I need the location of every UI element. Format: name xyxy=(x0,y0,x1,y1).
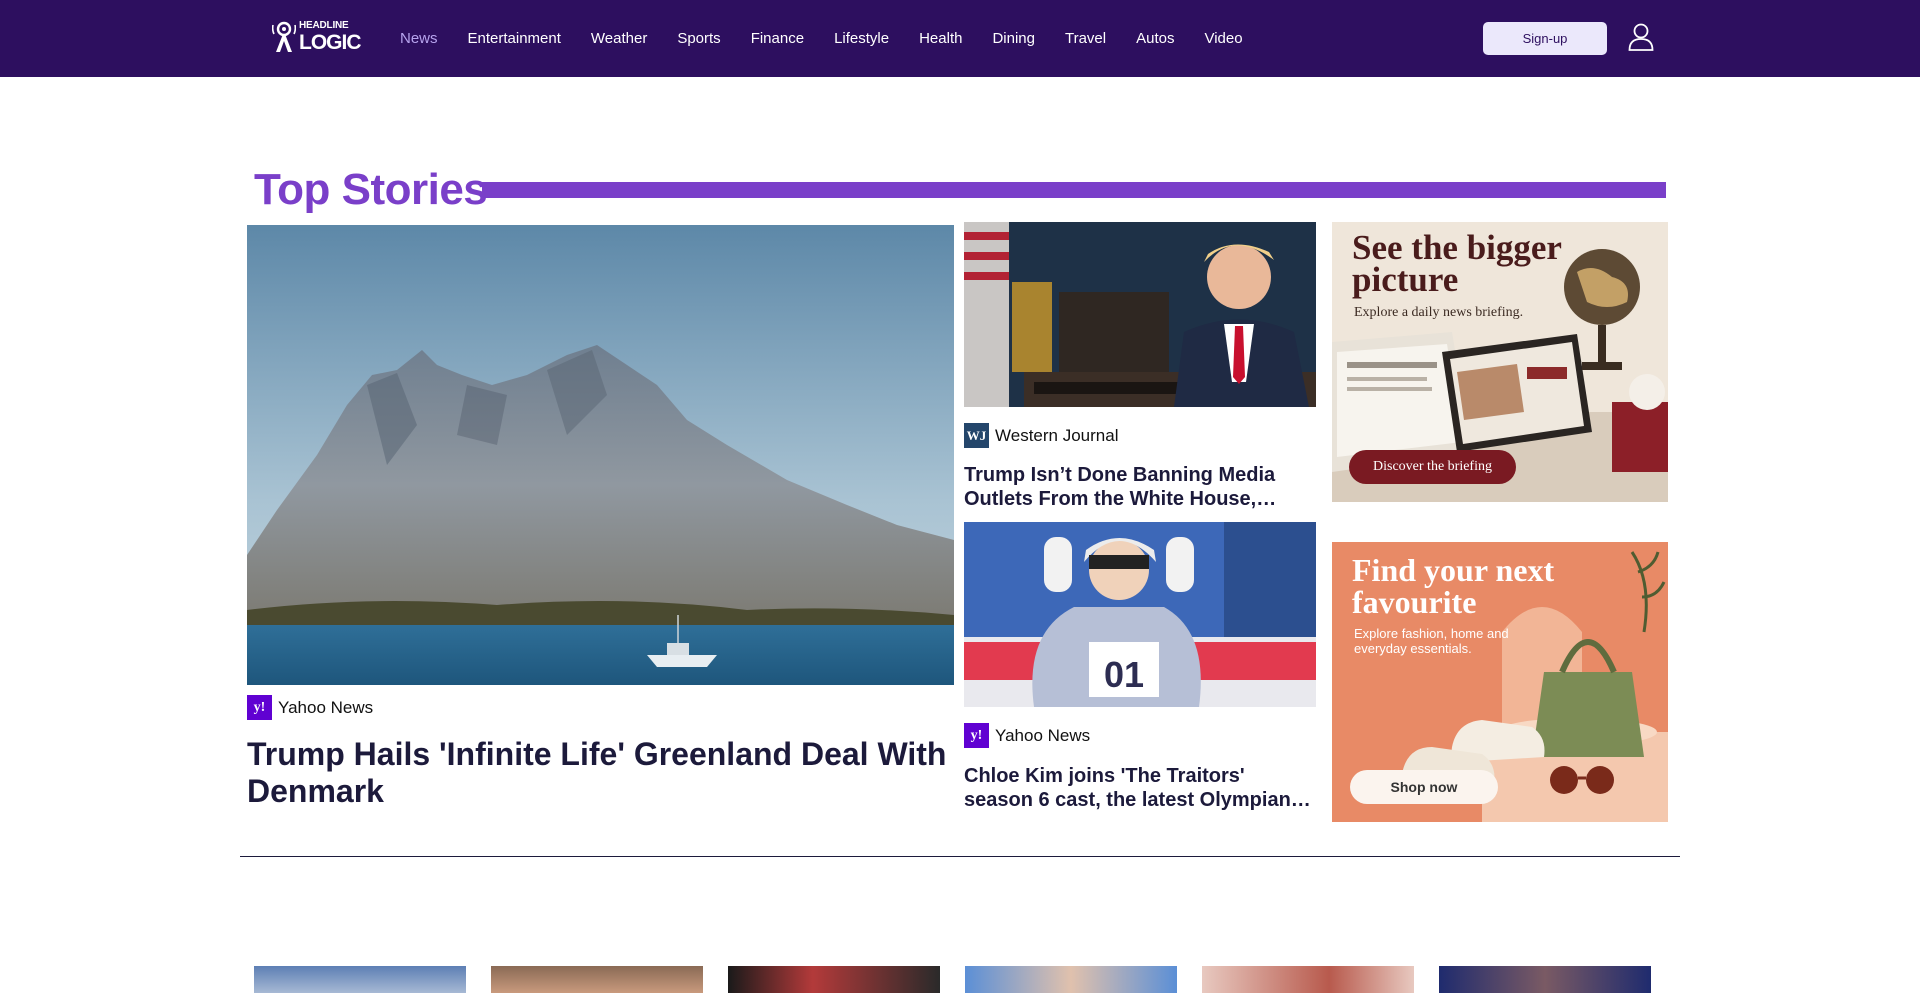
ad-subtext-line-2: everyday essentials. xyxy=(1354,641,1472,656)
ad-news-briefing-subtext: Explore a daily news briefing. xyxy=(1354,305,1524,320)
nav-item-health[interactable]: Health xyxy=(919,30,962,47)
side-story-2-image[interactable]: 01 xyxy=(964,522,1316,707)
nav-item-news[interactable]: News xyxy=(400,30,438,47)
yahoo-news-logo-icon: y! xyxy=(964,723,989,748)
section-title: Top Stories xyxy=(254,165,488,214)
main-story-source[interactable]: y! Yahoo News xyxy=(247,695,373,720)
section-divider xyxy=(240,856,1680,857)
bottom-story-thumbnail-2[interactable] xyxy=(491,966,703,993)
nav-item-entertainment[interactable]: Entertainment xyxy=(468,30,561,47)
bottom-story-thumbnail-4[interactable] xyxy=(965,966,1177,993)
source-name: Yahoo News xyxy=(995,725,1091,745)
ad-shopping-subtext: Explore fashion, home and everyday essen… xyxy=(1354,626,1509,656)
nav-item-sports[interactable]: Sports xyxy=(677,30,720,47)
nav-item-finance[interactable]: Finance xyxy=(751,30,804,47)
nav-item-video[interactable]: Video xyxy=(1204,30,1242,47)
ad-discover-briefing-button[interactable]: Discover the briefing xyxy=(1349,450,1516,484)
ad-headline-line-2: picture xyxy=(1352,260,1459,299)
nav-item-dining[interactable]: Dining xyxy=(992,30,1035,47)
ad-headline-line-2: favourite xyxy=(1352,584,1477,620)
main-story-image[interactable] xyxy=(247,225,954,685)
svg-text:01: 01 xyxy=(1104,654,1144,695)
side-story-2-source[interactable]: y! Yahoo News xyxy=(964,723,1090,748)
nav-item-lifestyle[interactable]: Lifestyle xyxy=(834,30,889,47)
yahoo-news-logo-icon: y! xyxy=(247,695,272,720)
section-title-bar xyxy=(482,182,1666,198)
top-nav-bar: HEADLINE LOGIC News Entertainment Weathe… xyxy=(0,0,1920,77)
signup-button[interactable]: Sign-up xyxy=(1483,22,1607,55)
logo-mark-icon xyxy=(272,21,296,52)
user-icon[interactable] xyxy=(1628,23,1654,51)
ad-shopping[interactable]: Find your next favourite Explore fashion… xyxy=(1332,542,1668,822)
side-story-1-source[interactable]: WJ Western Journal xyxy=(964,423,1118,448)
bottom-story-thumbnail-5[interactable] xyxy=(1202,966,1414,993)
source-name: Yahoo News xyxy=(278,697,374,717)
western-journal-logo-icon: WJ xyxy=(964,423,989,448)
logo-wordmark: HEADLINE LOGIC xyxy=(299,20,361,54)
side-story-1-headline[interactable]: Trump Isn’t Done Banning Media Outlets F… xyxy=(964,463,1314,511)
logo-bottom-text: LOGIC xyxy=(299,31,361,54)
nav-item-autos[interactable]: Autos xyxy=(1136,30,1174,47)
ad-news-briefing[interactable]: See the bigger picture Explore a daily n… xyxy=(1332,222,1668,502)
ad-news-briefing-headline: See the bigger picture xyxy=(1352,230,1562,299)
bottom-story-thumbnail-3[interactable] xyxy=(728,966,940,993)
ad-shopping-headline: Find your next favourite xyxy=(1352,554,1554,618)
logo-top-text: HEADLINE xyxy=(299,20,349,31)
main-nav: News Entertainment Weather Sports Financ… xyxy=(400,0,1273,77)
ad-subtext-line-1: Explore fashion, home and xyxy=(1354,626,1509,641)
side-story-2-headline[interactable]: Chloe Kim joins 'The Traitors' season 6 … xyxy=(964,764,1314,812)
bottom-story-thumbnail-1[interactable] xyxy=(254,966,466,993)
main-story-headline[interactable]: Trump Hails 'Infinite Life' Greenland De… xyxy=(247,736,947,810)
ad-headline-line-1: Find your next xyxy=(1352,552,1555,588)
nav-item-travel[interactable]: Travel xyxy=(1065,30,1106,47)
nav-item-weather[interactable]: Weather xyxy=(591,30,647,47)
ad-shop-now-button[interactable]: Shop now xyxy=(1350,770,1498,804)
site-logo[interactable]: HEADLINE LOGIC xyxy=(272,20,362,54)
bottom-story-thumbnail-6[interactable] xyxy=(1439,966,1651,993)
source-name: Western Journal xyxy=(995,425,1119,445)
side-story-1-image[interactable] xyxy=(964,222,1316,407)
